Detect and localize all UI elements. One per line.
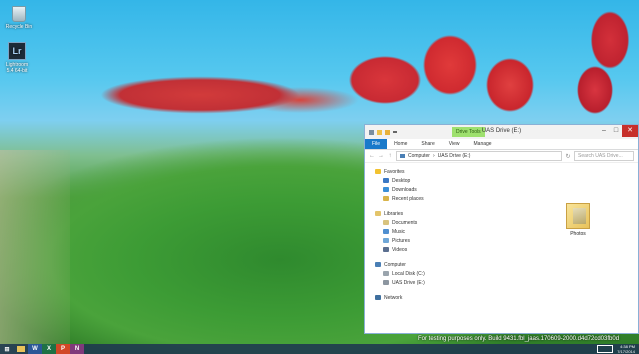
nav-label: Network <box>384 294 403 301</box>
nav-label: UAS Drive (E:) <box>392 279 425 286</box>
nav-label: Recent places <box>392 195 424 202</box>
clock-date: 7/17/2014 <box>617 349 635 354</box>
up-icon[interactable]: ↑ <box>387 153 393 159</box>
breadcrumb-computer[interactable]: Computer <box>408 153 430 159</box>
forward-icon[interactable]: → <box>378 153 384 159</box>
music-icon <box>383 229 389 234</box>
keyboard-icon[interactable] <box>597 345 614 353</box>
nav-documents[interactable]: Documents <box>365 218 465 227</box>
taskbar-onenote[interactable]: N <box>70 344 84 354</box>
clock[interactable]: 4:38 PM 7/17/2014 <box>617 344 635 354</box>
desktop-icon-label: Recycle Bin <box>5 24 33 30</box>
nav-network[interactable]: Network <box>365 293 465 302</box>
nav-desktop[interactable]: Desktop <box>365 176 465 185</box>
refresh-icon[interactable]: ↻ <box>565 153 571 160</box>
nav-libraries[interactable]: Libraries <box>365 209 465 218</box>
nav-recent-places[interactable]: Recent places <box>365 194 465 203</box>
desktop-icon-lightroom[interactable]: Lr Lightroom 5.4 64-bit <box>2 42 32 74</box>
usb-drive-icon <box>383 280 389 285</box>
star-icon <box>375 169 381 174</box>
tab-share[interactable]: Share <box>414 139 441 149</box>
nav-label: Music <box>392 228 406 235</box>
maximize-button[interactable]: □ <box>610 125 622 137</box>
desktop-icon-label: Lightroom 5.4 64-bit <box>5 62 29 74</box>
ribbon-tabs: File Home Share View Manage <box>365 139 638 150</box>
back-icon[interactable]: ← <box>369 153 375 159</box>
file-explorer-icon <box>17 346 25 352</box>
word-icon: W <box>32 346 38 352</box>
lightroom-icon: Lr <box>8 42 26 60</box>
window-controls: – □ ✕ <box>598 125 638 137</box>
tab-home[interactable]: Home <box>387 139 414 149</box>
powerpoint-icon: P <box>60 346 65 352</box>
address-bar[interactable]: Computer › UAS Drive (E:) <box>396 151 562 161</box>
file-explorer-window[interactable]: Drive Tools UAS Drive (E:) – □ ✕ File Ho… <box>364 124 639 334</box>
system-tray: 4:38 PM 7/17/2014 <box>597 344 635 354</box>
pictures-icon <box>383 238 389 243</box>
taskbar: ⊞ W X P N 4:38 PM 7/17/2014 <box>0 344 639 354</box>
folder-label: Photos <box>570 231 586 237</box>
nav-label: Downloads <box>392 186 417 193</box>
excel-icon: X <box>46 346 51 352</box>
build-watermark: For testing purposes only. Build 9431.fb… <box>418 336 620 342</box>
folder-icon <box>566 203 590 229</box>
nav-label: Videos <box>392 246 408 253</box>
nav-pictures[interactable]: Pictures <box>365 236 465 245</box>
videos-icon <box>383 247 389 252</box>
network-icon <box>375 295 381 300</box>
start-button[interactable]: ⊞ <box>0 344 14 354</box>
desktop-icon <box>383 178 389 183</box>
nav-local-disk[interactable]: Local Disk (C:) <box>365 269 465 278</box>
folder-item-photos[interactable]: Photos <box>565 203 591 237</box>
address-row: ← → ↑ Computer › UAS Drive (E:) ↻ Search… <box>365 150 638 163</box>
nav-videos[interactable]: Videos <box>365 245 465 254</box>
taskbar-file-explorer[interactable] <box>14 344 28 354</box>
taskbar-excel[interactable]: X <box>42 344 56 354</box>
nav-favorites[interactable]: Favorites <box>365 167 465 176</box>
nav-uas-drive[interactable]: UAS Drive (E:) <box>365 278 465 287</box>
nav-computer[interactable]: Computer <box>365 260 465 269</box>
file-list[interactable]: Photos <box>465 163 638 335</box>
nav-label: Desktop <box>392 177 411 184</box>
onenote-icon: N <box>74 346 80 352</box>
minimize-button[interactable]: – <box>598 125 610 137</box>
breadcrumb-separator-icon: › <box>432 153 435 159</box>
nav-label: Local Disk (C:) <box>392 270 425 277</box>
downloads-icon <box>383 187 389 192</box>
recycle-bin-icon <box>12 6 26 22</box>
taskbar-powerpoint[interactable]: P <box>56 344 70 354</box>
tab-manage[interactable]: Manage <box>467 139 499 149</box>
tab-file[interactable]: File <box>365 139 388 149</box>
start-icon: ⊞ <box>4 346 10 353</box>
nav-label: Documents <box>392 219 418 226</box>
navigation-pane: Favorites Desktop Downloads Recent place… <box>365 163 465 335</box>
nav-label: Libraries <box>384 210 404 217</box>
nav-label: Favorites <box>384 168 405 175</box>
recent-places-icon <box>383 196 389 201</box>
close-button[interactable]: ✕ <box>622 125 638 137</box>
breadcrumb-drive[interactable]: UAS Drive (E:) <box>438 153 471 159</box>
computer-icon <box>375 262 381 267</box>
desktop-icon-recycle-bin[interactable]: Recycle Bin <box>4 6 34 30</box>
nav-label: Pictures <box>392 237 411 244</box>
libraries-icon <box>375 211 381 216</box>
taskbar-word[interactable]: W <box>28 344 42 354</box>
title-bar[interactable]: Drive Tools UAS Drive (E:) – □ ✕ <box>365 125 638 139</box>
tab-view[interactable]: View <box>442 139 467 149</box>
nav-downloads[interactable]: Downloads <box>365 185 465 194</box>
documents-icon <box>383 220 389 225</box>
nav-label: Computer <box>384 261 406 268</box>
computer-icon <box>400 154 405 158</box>
nav-music[interactable]: Music <box>365 227 465 236</box>
hard-drive-icon <box>383 271 389 276</box>
search-input[interactable]: Search UAS Drive... <box>574 151 634 161</box>
